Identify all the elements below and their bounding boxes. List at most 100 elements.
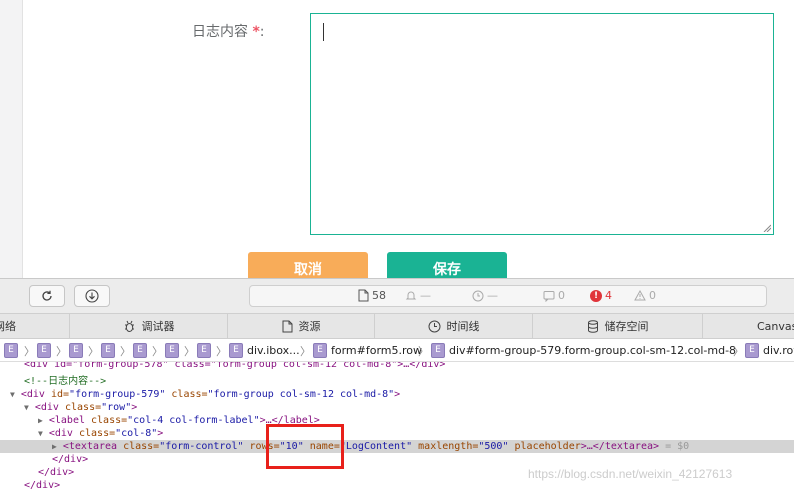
breadcrumb-form-label: form#form5.row bbox=[331, 344, 423, 357]
message-icon bbox=[543, 290, 555, 302]
breadcrumb-form[interactable]: Eform#form5.row bbox=[313, 343, 422, 358]
breadcrumb: E 〉 E 〉 E 〉 E 〉 E 〉 E 〉 E 〉 Ediv.ibox...… bbox=[0, 339, 794, 362]
attr-name: maxlength= bbox=[418, 441, 479, 452]
dom-node-selected[interactable]: ▶ <textarea class="form-control" rows="1… bbox=[0, 440, 794, 453]
dom-node[interactable]: ▶ <label class="col-4 col-form-label">…<… bbox=[0, 414, 794, 427]
text-caret bbox=[323, 23, 324, 41]
attr-name: placeholder bbox=[514, 441, 581, 452]
resources-status[interactable]: 58 bbox=[358, 289, 386, 302]
element-badge-icon: E bbox=[69, 343, 83, 358]
dom-node[interactable]: ▼ <div class="row"> bbox=[0, 401, 794, 414]
dom-node[interactable]: ▼ <div id="form-group-579" class="form-g… bbox=[0, 388, 794, 401]
disclosure-closed-icon[interactable]: ▶ bbox=[38, 416, 43, 425]
breadcrumb-separator: 〉 bbox=[56, 345, 67, 358]
logs-status[interactable]: 0 bbox=[543, 289, 565, 302]
tag-close: </div> bbox=[38, 467, 75, 478]
tab-debugger[interactable]: 调试器 bbox=[70, 314, 228, 338]
element-badge-icon: E bbox=[229, 343, 243, 358]
tag-end: >…</textarea> bbox=[580, 441, 660, 452]
attr-value: "col-4 col-form-label" bbox=[127, 415, 260, 426]
disclosure-open-icon[interactable]: ▼ bbox=[38, 429, 43, 438]
log-content-textarea[interactable] bbox=[310, 13, 774, 235]
disclosure-open-icon[interactable]: ▼ bbox=[24, 403, 29, 412]
dom-comment[interactable]: <!--日志内容--> bbox=[0, 375, 794, 388]
breadcrumb-separator: 〉 bbox=[418, 345, 429, 358]
dom-node-text: <div id="form-group-578" class="form-gro… bbox=[24, 362, 446, 370]
dom-node[interactable]: </div> bbox=[0, 453, 794, 466]
breadcrumb-element[interactable]: E bbox=[165, 343, 179, 358]
logs-count: 0 bbox=[558, 289, 565, 302]
breadcrumb-element[interactable]: E bbox=[197, 343, 211, 358]
disclosure-closed-icon[interactable]: ▶ bbox=[52, 442, 57, 451]
breadcrumb-separator: 〉 bbox=[152, 345, 163, 358]
element-badge-icon: E bbox=[745, 343, 759, 358]
attr-value: "form-control" bbox=[159, 441, 244, 452]
tag-name: <textarea bbox=[62, 441, 118, 452]
tab-canvas[interactable]: Canvas bbox=[703, 314, 794, 338]
attr-name: class= bbox=[91, 415, 128, 426]
tab-resources[interactable]: 资源 bbox=[228, 314, 375, 338]
reload-icon bbox=[42, 290, 52, 301]
breadcrumb-form-group[interactable]: Ediv#form-group-579.form-group.col-sm-12… bbox=[431, 343, 736, 358]
database-icon bbox=[587, 319, 598, 333]
element-badge-icon: E bbox=[313, 343, 327, 358]
tag-end: > bbox=[394, 389, 401, 400]
reload-button[interactable] bbox=[29, 285, 65, 307]
breadcrumb-ibox[interactable]: Ediv.ibox... bbox=[229, 343, 300, 358]
element-badge-icon: E bbox=[431, 343, 445, 358]
breadcrumb-element[interactable]: E bbox=[69, 343, 83, 358]
warnings-status[interactable]: 0 bbox=[634, 289, 656, 302]
breadcrumb-element[interactable]: E bbox=[37, 343, 51, 358]
highlight-box bbox=[266, 424, 344, 469]
error-icon: ! bbox=[590, 289, 602, 302]
breadcrumb-element[interactable]: E bbox=[133, 343, 147, 358]
tab-debugger-label: 调试器 bbox=[141, 320, 175, 333]
bug-icon bbox=[124, 320, 134, 332]
breadcrumb-separator: 〉 bbox=[300, 345, 311, 358]
status-bar: 58 — — 0 ! 4 0 bbox=[249, 285, 767, 307]
breadcrumb-row-label: div.row bbox=[763, 344, 794, 357]
tag-name: <label bbox=[48, 415, 85, 426]
download-button[interactable] bbox=[74, 285, 110, 307]
attr-name: class= bbox=[123, 441, 160, 452]
tag-name: <div bbox=[20, 389, 45, 400]
attr-value: "col-8" bbox=[115, 428, 158, 439]
breadcrumb-element[interactable]: E bbox=[4, 343, 18, 358]
errors-status[interactable]: ! 4 bbox=[590, 289, 612, 302]
disclosure-open-icon[interactable]: ▼ bbox=[10, 390, 15, 399]
breadcrumb-element[interactable]: E bbox=[101, 343, 115, 358]
sidebar-edge bbox=[0, 0, 23, 278]
watermark: https://blog.csdn.net/weixin_42127613 bbox=[528, 467, 733, 481]
alerts-status[interactable]: — bbox=[405, 289, 431, 302]
attr-value: "500" bbox=[478, 441, 509, 452]
tag-end: > bbox=[157, 428, 164, 439]
timeline-status[interactable]: — bbox=[472, 289, 498, 302]
breadcrumb-separator: 〉 bbox=[24, 345, 35, 358]
resize-grip-icon[interactable] bbox=[763, 224, 771, 232]
log-content-label: 日志内容 *: bbox=[192, 21, 265, 41]
breadcrumb-form-group-label: div#form-group-579.form-group.col-sm-12.… bbox=[449, 344, 737, 357]
clock-icon bbox=[428, 320, 440, 332]
resources-count: 58 bbox=[372, 289, 386, 302]
download-icon bbox=[85, 289, 99, 303]
alerts-value: — bbox=[420, 289, 431, 302]
breadcrumb-separator: 〉 bbox=[733, 345, 744, 358]
tab-storage[interactable]: 储存空间 bbox=[533, 314, 703, 338]
attr-value: "LogContent" bbox=[339, 441, 413, 452]
dom-node[interactable]: <div id="form-group-578" class="form-gro… bbox=[0, 362, 794, 371]
tab-timeline[interactable]: 时间线 bbox=[375, 314, 533, 338]
inspector-toolbar: 58 — — 0 ! 4 0 bbox=[0, 278, 794, 314]
tab-network[interactable]: 网络 bbox=[0, 314, 70, 338]
breadcrumb-row[interactable]: Ediv.row bbox=[745, 343, 794, 358]
warnings-count: 0 bbox=[649, 289, 656, 302]
dom-node[interactable]: ▼ <div class="col-8"> bbox=[0, 427, 794, 440]
warning-icon bbox=[634, 290, 646, 301]
tag-end: > bbox=[131, 402, 138, 413]
errors-count: 4 bbox=[605, 289, 612, 302]
required-mark: * bbox=[252, 24, 260, 40]
element-badge-icon: E bbox=[197, 343, 211, 358]
inspector-tabs: 网络 调试器 资源 时间线 储存空间 Canvas bbox=[0, 314, 794, 339]
tag-close: </div> bbox=[24, 480, 61, 491]
tab-resources-label: 资源 bbox=[298, 320, 321, 333]
console-ref: = $0 bbox=[665, 441, 690, 452]
